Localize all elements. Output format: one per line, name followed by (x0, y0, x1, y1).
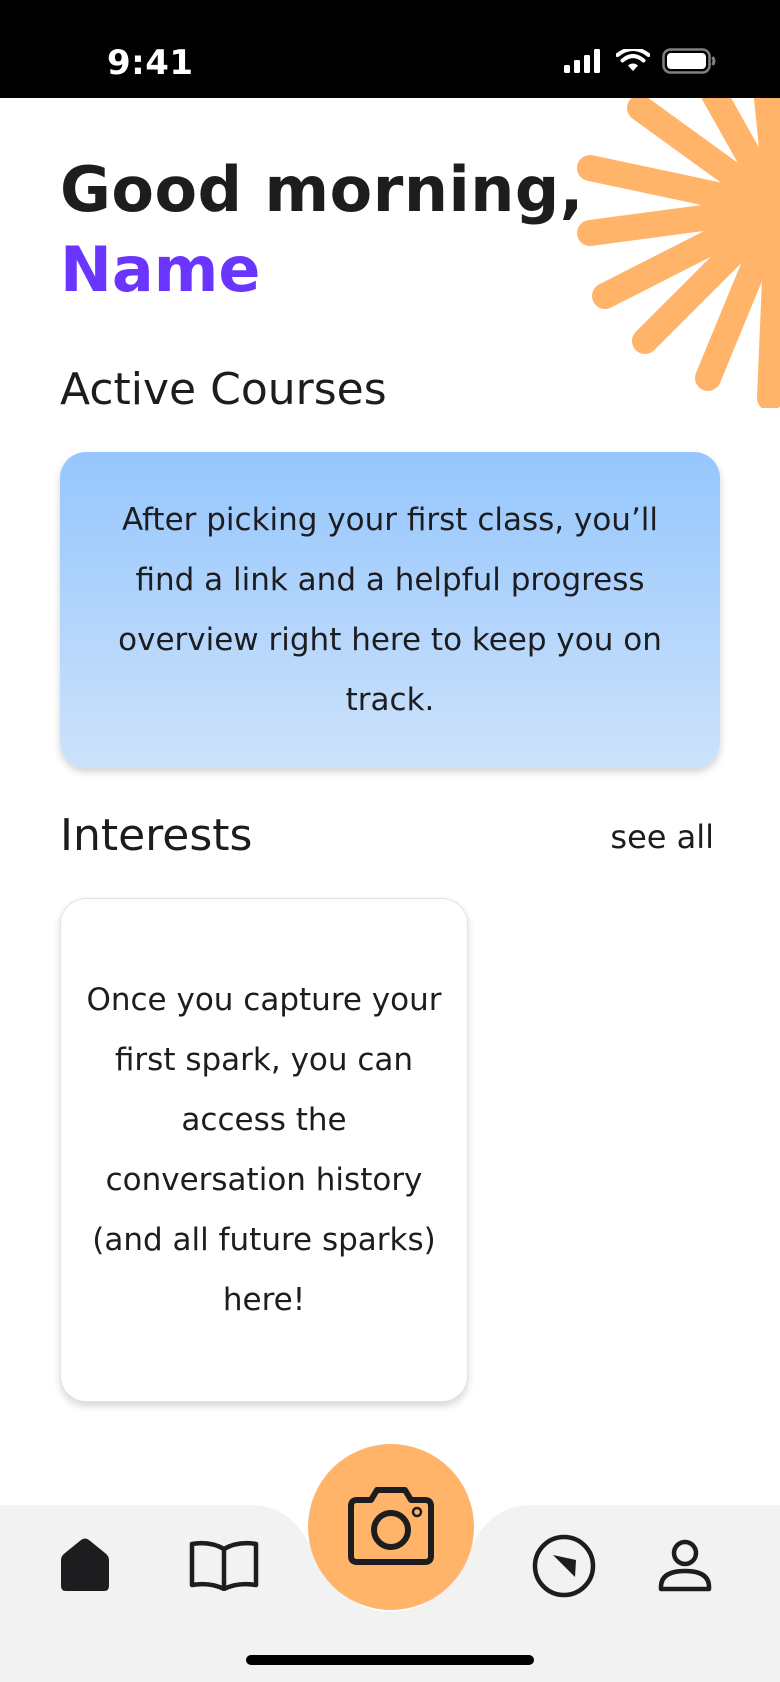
status-bar: 9:41 (0, 0, 780, 98)
active-courses-card[interactable]: After picking your first class, you’ll f… (60, 452, 720, 768)
interests-title: Interests (60, 810, 253, 861)
status-time: 9:41 (107, 43, 194, 83)
interest-card[interactable]: Once you capture your first spark, you c… (60, 898, 468, 1402)
compass-icon (531, 1533, 597, 1603)
home-icon (57, 1536, 113, 1598)
profile-icon (657, 1537, 713, 1597)
tab-profile[interactable] (650, 1532, 720, 1602)
battery-icon (662, 48, 716, 78)
camera-icon (345, 1484, 437, 1570)
tab-home[interactable] (50, 1532, 120, 1602)
see-all-link[interactable]: see all (610, 818, 714, 856)
book-icon (188, 1539, 260, 1595)
status-icons (564, 47, 716, 78)
greeting: Good morning, Name (60, 150, 584, 310)
active-courses-title: Active Courses (60, 364, 387, 415)
sunburst-decoration (560, 98, 780, 408)
tab-courses[interactable] (184, 1532, 264, 1602)
user-name: Name (60, 233, 261, 306)
active-courses-empty-message: After picking your first class, you’ll f… (118, 502, 662, 718)
interests-empty-message: Once you capture your first spark, you c… (86, 982, 442, 1318)
camera-button[interactable] (308, 1444, 474, 1610)
wifi-icon (615, 47, 651, 77)
tab-explore[interactable] (528, 1532, 600, 1604)
home-indicator (246, 1655, 534, 1665)
signal-icon (564, 49, 604, 77)
greeting-text: Good morning, (60, 153, 584, 226)
